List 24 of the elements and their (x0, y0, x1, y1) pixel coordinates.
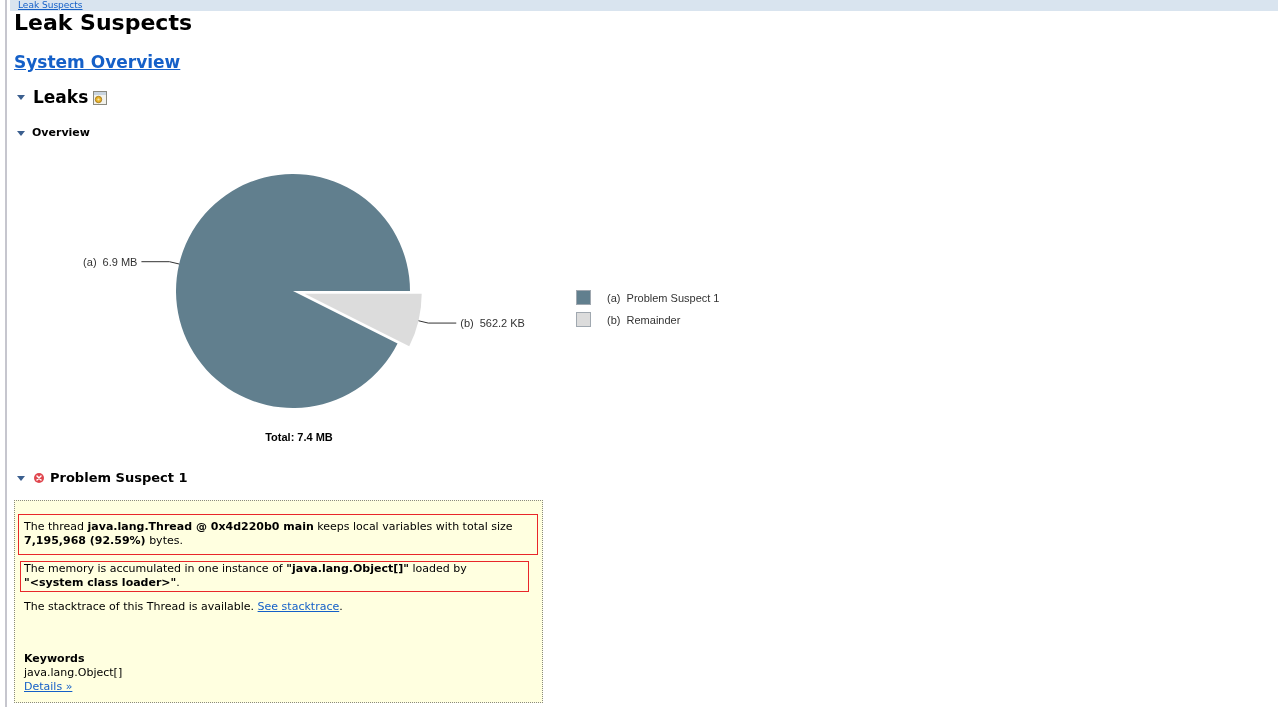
leader-line (418, 320, 457, 324)
breadcrumb-link[interactable]: Leak Suspects (18, 0, 83, 10)
description-text: The thread java.lang.Thread @ 0x4d220b0 main keeps local variables with total size 7,195,968 (92.59%) bytes. (18, 514, 538, 555)
keywords-heading: Keywords (24, 652, 85, 666)
page-title: Leak Suspects (14, 11, 192, 35)
description-text: The memory is accumulated in one instance of "java.lang.Object[]" loaded by "<system class loader>". (20, 561, 529, 592)
leader-line (140, 261, 180, 265)
details-link[interactable]: Details » (24, 680, 73, 694)
window-icon[interactable] (93, 91, 108, 105)
subsection-heading: Overview (32, 126, 90, 140)
slice-label: (a) 6.9 MB (83, 255, 138, 268)
collapse-toggle-icon[interactable] (17, 474, 25, 482)
collapse-toggle-icon[interactable] (17, 129, 25, 137)
error-icon (34, 473, 44, 483)
keyword-text: java.lang.Object[] (24, 666, 123, 680)
legend-label: (b) Remainder (607, 312, 681, 327)
description-text: The stacktrace of this Thread is available. See stacktrace. (23, 599, 344, 615)
section-heading: Leaks (33, 87, 89, 107)
collapse-toggle-icon[interactable] (17, 93, 25, 101)
suspect-heading: Problem Suspect 1 (50, 470, 188, 486)
slice-label: (b) 562.2 KB (460, 317, 525, 330)
chart-total: Total: 7.4 MB (265, 431, 333, 443)
legend-label: (a) Problem Suspect 1 (607, 290, 720, 305)
system-overview-link[interactable]: System Overview (14, 52, 181, 72)
